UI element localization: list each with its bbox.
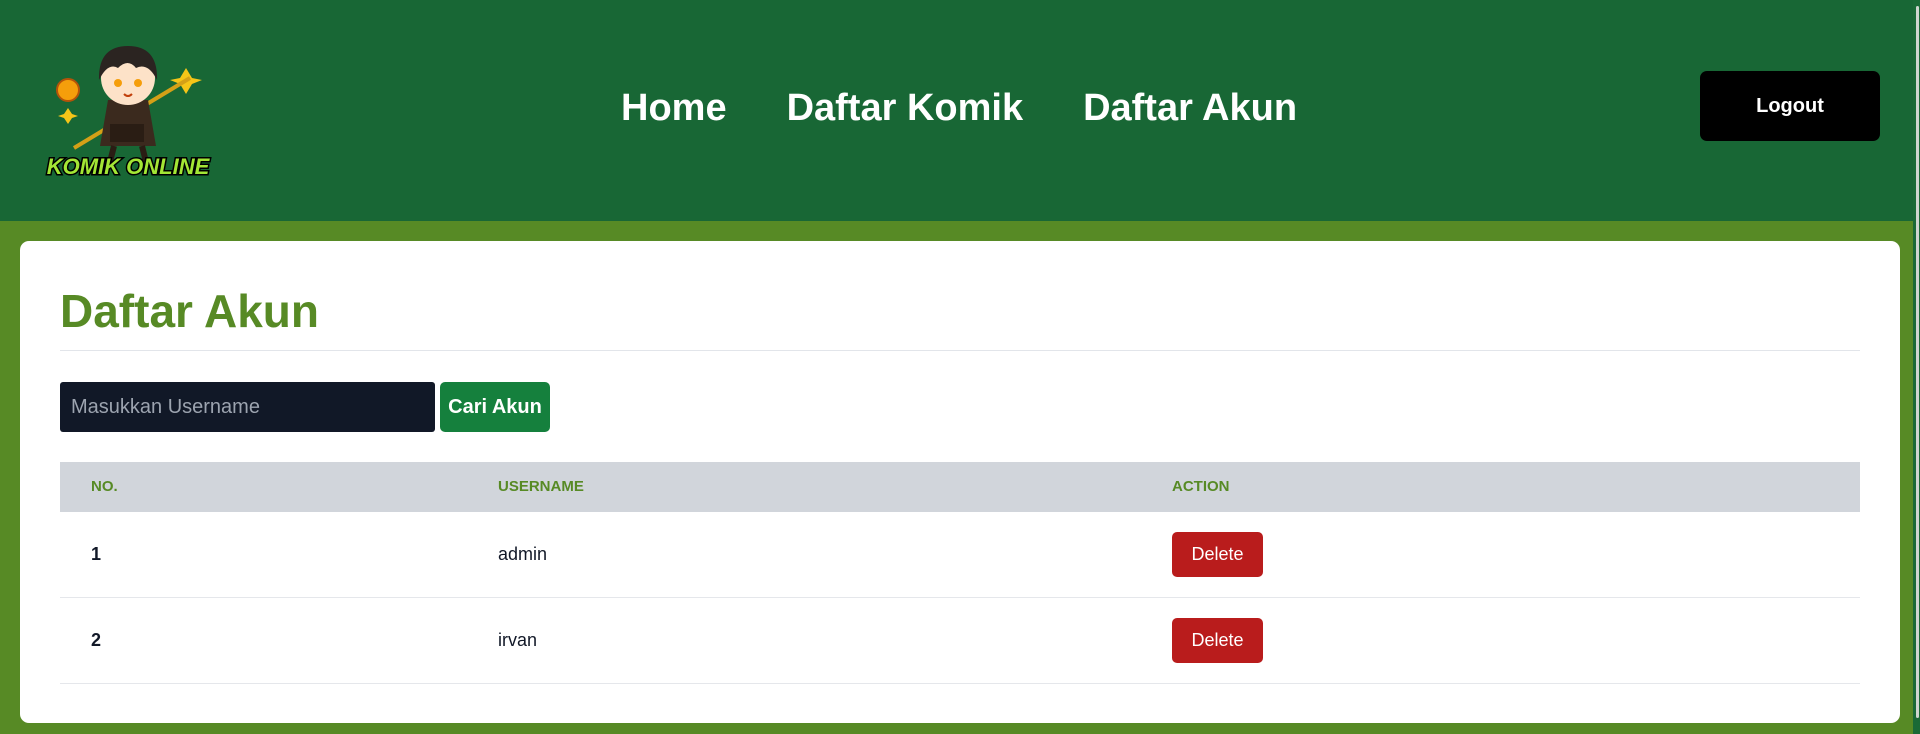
page-title: Daftar Akun <box>60 285 319 337</box>
nav-daftar-komik-link[interactable]: Daftar Komik <box>787 82 1024 134</box>
row-username: irvan <box>498 630 538 650</box>
nav-home-link[interactable]: Home <box>621 82 727 134</box>
main-nav: Home Daftar Komik Daftar Akun <box>621 82 1297 134</box>
title-divider <box>60 350 1860 351</box>
page-scrollbar[interactable] <box>1913 0 1920 734</box>
logout-button[interactable]: Logout <box>1700 71 1880 141</box>
table-row: 1 admin Delete <box>60 512 1860 598</box>
top-header: KOMIK ONLINE Home Daftar Komik Daftar Ak… <box>0 0 1913 221</box>
nav-daftar-akun-link[interactable]: Daftar Akun <box>1083 82 1297 134</box>
column-header-action: ACTION <box>1172 478 1230 495</box>
row-number: 1 <box>91 544 102 564</box>
row-number: 2 <box>91 630 102 650</box>
komik-online-logo[interactable]: KOMIK ONLINE <box>38 28 218 188</box>
cari-akun-button[interactable]: Cari Akun <box>440 382 550 432</box>
delete-button[interactable]: Delete <box>1172 532 1263 577</box>
table-header: NO. USERNAME ACTION <box>60 462 1860 512</box>
delete-button[interactable]: Delete <box>1172 618 1263 663</box>
username-search-input[interactable] <box>60 382 435 432</box>
row-username: admin <box>498 544 548 564</box>
column-header-username: USERNAME <box>498 478 584 495</box>
table-row: 2 irvan Delete <box>60 598 1860 684</box>
accounts-table: NO. USERNAME ACTION 1 admin Delete 2 irv… <box>60 462 1860 684</box>
column-header-no: NO. <box>91 478 118 495</box>
scrollbar-thumb[interactable] <box>1916 6 1919 718</box>
svg-text:KOMIK ONLINE: KOMIK ONLINE <box>47 154 211 179</box>
content-card: Daftar Akun Cari Akun NO. USERNAME ACTIO… <box>20 241 1900 723</box>
